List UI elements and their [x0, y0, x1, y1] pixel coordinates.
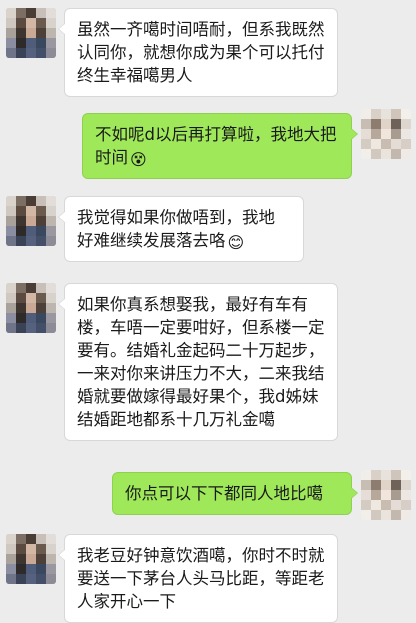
message-text: 我老豆好钟意饮酒噶，你时不时就要送一下茅台人头马比距，等距老人家开心一下	[77, 546, 325, 611]
contact-avatar-icon[interactable]	[6, 8, 56, 58]
incoming-message-bubble[interactable]: 我老豆好钟意饮酒噶，你时不时就要送一下茅台人头马比距，等距老人家开心一下	[58, 534, 338, 623]
message-text: 虽然一齐噶时间唔耐，但系我既然认同你，就想你成为果个可以托付终生幸福噶男人	[77, 20, 325, 85]
message-text: 如果你真系想娶我，最好有车有楼，车唔一定要咁好，但系楼一定要有。结婚礼金起码二十…	[77, 295, 325, 429]
contact-avatar-icon[interactable]	[6, 196, 56, 246]
incoming-message-bubble[interactable]: 如果你真系想娶我，最好有车有楼，车唔一定要咁好，但系楼一定要有。结婚礼金起码二十…	[58, 283, 338, 441]
self-avatar-icon[interactable]	[361, 470, 411, 520]
incoming-message-bubble[interactable]: 我觉得如果你做唔到，我地好难继续发展落去咯 😊	[58, 196, 304, 262]
outgoing-message-bubble[interactable]: 不如呢d以后再打算啦，我地大把时间 😵	[82, 113, 358, 179]
incoming-message-bubble[interactable]: 虽然一齐噶时间唔耐，但系我既然认同你，就想你成为果个可以托付终生幸福噶男人	[58, 8, 338, 97]
message-text: 我觉得如果你做唔到，我地好难继续发展落去咯	[77, 208, 275, 250]
message-text: 你点可以下下都同人地比噶	[125, 484, 323, 503]
contact-avatar-icon[interactable]	[6, 283, 56, 333]
self-avatar-icon[interactable]	[361, 109, 411, 159]
chat-view: 虽然一齐噶时间唔耐，但系我既然认同你，就想你成为果个可以托付终生幸福噶男人 不如…	[0, 0, 416, 623]
smiling-face-emoji-icon: 😊	[227, 233, 245, 252]
contact-avatar-icon[interactable]	[6, 534, 56, 584]
outgoing-message-bubble[interactable]: 你点可以下下都同人地比噶	[112, 472, 358, 515]
dizzy-face-emoji-icon: 😵	[130, 150, 147, 169]
